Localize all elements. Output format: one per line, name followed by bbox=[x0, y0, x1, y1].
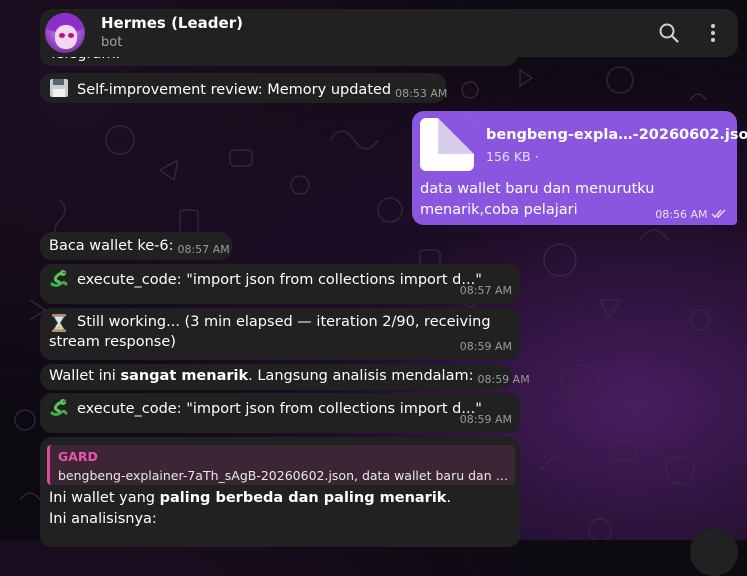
chat-subtitle-text: bot bbox=[101, 35, 123, 50]
message-time: 08:53 AM bbox=[395, 87, 448, 100]
message-bubble[interactable]: execute_code: "import json from collecti… bbox=[40, 393, 520, 433]
message-text: Still working... (3 min elapsed — iterat… bbox=[49, 314, 491, 350]
message-text: Wallet ini sangat menarik. Langsung anal… bbox=[49, 368, 474, 384]
reply-quote[interactable]: GARD bengbeng-explainer-7aTh_sAgB-202606… bbox=[47, 445, 515, 485]
bot-avatar-image bbox=[45, 13, 85, 53]
message-bubble-reply[interactable]: GARD bengbeng-explainer-7aTh_sAgB-202606… bbox=[40, 437, 520, 547]
reply-author: GARD bbox=[58, 449, 98, 464]
message-bubble[interactable]: Baca wallet ke-6: 08:57 AM bbox=[40, 232, 232, 260]
search-icon[interactable] bbox=[657, 21, 681, 45]
double-check-icon bbox=[711, 209, 726, 219]
snake-icon bbox=[50, 270, 68, 287]
file-document-icon[interactable] bbox=[420, 118, 474, 171]
floppy-disk-icon bbox=[50, 79, 68, 97]
chat-title-text: Hermes (Leader) bbox=[101, 14, 243, 32]
message-text: data wallet baru dan menurutku menarik,c… bbox=[420, 181, 655, 218]
message-text: execute_code: "import json from collecti… bbox=[77, 272, 482, 288]
message-bubble[interactable]: execute_code: "import json from collecti… bbox=[40, 264, 520, 304]
outgoing-file-message[interactable]: bengbeng-expla…-20260602.json 156 KB · d… bbox=[412, 111, 747, 225]
file-name[interactable]: bengbeng-expla…-20260602.json bbox=[486, 127, 747, 143]
snake-icon bbox=[50, 399, 68, 416]
message-time: 08:59 AM bbox=[459, 413, 512, 426]
message-time: 08:57 AM bbox=[459, 284, 512, 297]
message-bubble[interactable]: Wallet ini sangat menarik. Langsung anal… bbox=[40, 364, 530, 390]
message-bubble[interactable]: Self-improvement review: Memory updated 0… bbox=[40, 73, 448, 103]
message-time: 08:56 AM bbox=[655, 208, 727, 221]
message-time: 08:59 AM bbox=[459, 340, 512, 353]
more-options-icon[interactable] bbox=[701, 21, 725, 45]
scroll-down-button[interactable] bbox=[690, 528, 738, 576]
message-text: Ini wallet yang paling berbeda dan palin… bbox=[49, 490, 452, 527]
message-time: 08:57 AM bbox=[177, 243, 230, 256]
message-text: Self-improvement review: Memory updated bbox=[77, 82, 392, 98]
reply-snippet: bengbeng-explainer-7aTh_sAgB-20260602.js… bbox=[58, 468, 508, 483]
message-time: 08:59 AM bbox=[477, 373, 530, 386]
file-size: 156 KB · bbox=[486, 149, 539, 164]
message-bubble[interactable]: Still working... (3 min elapsed — iterat… bbox=[40, 308, 520, 360]
message-text: Baca wallet ke-6: bbox=[49, 238, 174, 254]
chat-header-overlay: Hermes (Leader) bot bbox=[40, 9, 738, 57]
message-text: execute_code: "import json from collecti… bbox=[77, 401, 482, 417]
